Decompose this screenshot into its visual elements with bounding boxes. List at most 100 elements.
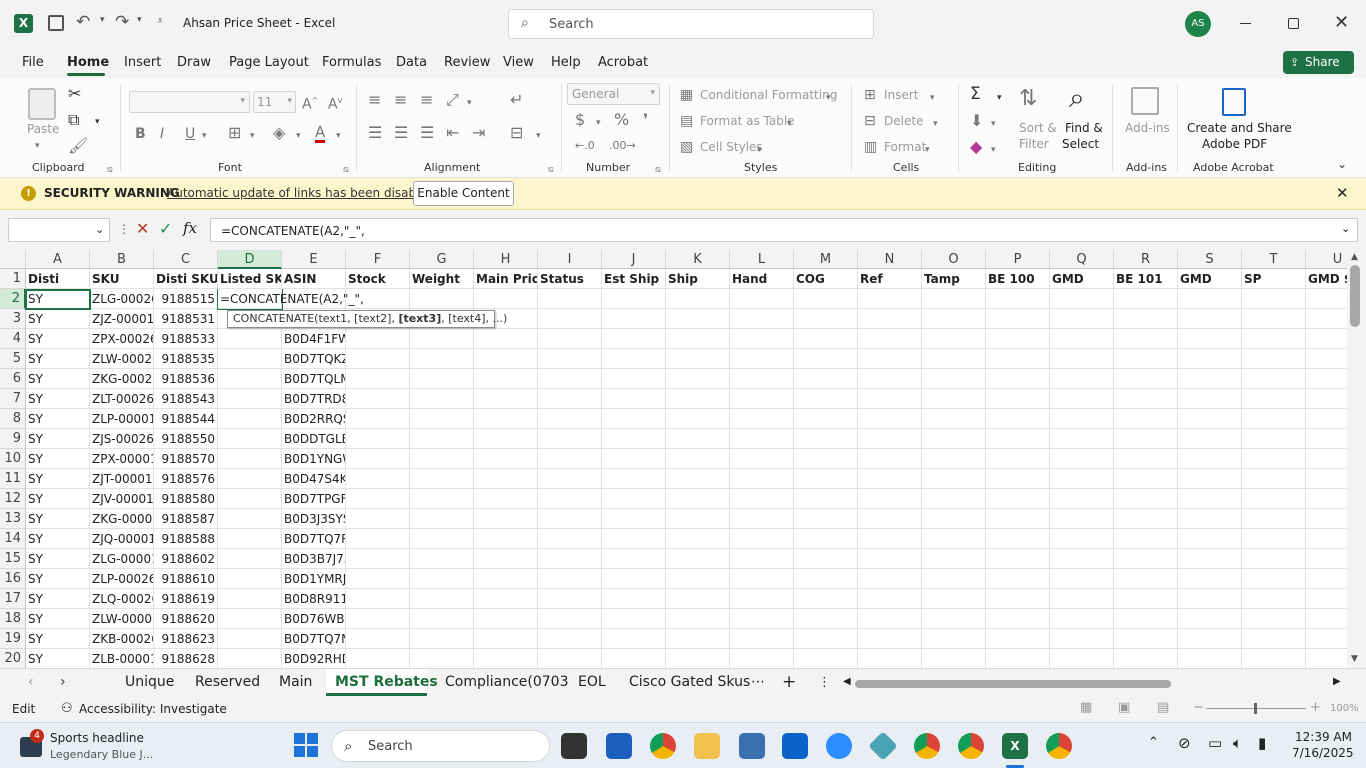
- expand-formula-icon[interactable]: ⌄: [1341, 222, 1350, 235]
- sort-filter-label-1[interactable]: Sort &: [1019, 121, 1057, 135]
- sort-filter-label-2[interactable]: Filter: [1019, 137, 1049, 151]
- cell-k[interactable]: [666, 589, 730, 609]
- cell-k[interactable]: [666, 409, 730, 429]
- cell-a[interactable]: SY: [26, 589, 90, 609]
- wrap-text-icon[interactable]: ↵: [510, 92, 523, 108]
- cell-r[interactable]: [1114, 369, 1178, 389]
- cell-f[interactable]: [346, 589, 410, 609]
- cut-icon[interactable]: ✂: [68, 86, 81, 102]
- cell-s[interactable]: [1178, 589, 1242, 609]
- cell-m[interactable]: [794, 629, 858, 649]
- cell-f[interactable]: [346, 429, 410, 449]
- cell-k[interactable]: [666, 289, 730, 309]
- cell-e[interactable]: B0D7TPGFDD: [282, 489, 346, 509]
- cell-t[interactable]: [1242, 309, 1306, 329]
- clock-date[interactable]: 7/16/2025: [1292, 746, 1354, 760]
- cell-m[interactable]: [794, 329, 858, 349]
- cell-c[interactable]: 9188535: [154, 349, 218, 369]
- accessibility-status[interactable]: Accessibility: Investigate: [79, 702, 227, 716]
- cell-m[interactable]: [794, 429, 858, 449]
- cell-q[interactable]: [1050, 409, 1114, 429]
- menu-home[interactable]: Home: [67, 55, 109, 70]
- cell-a[interactable]: SY: [26, 549, 90, 569]
- cell-c[interactable]: 9188570: [154, 449, 218, 469]
- chevron-down-icon[interactable]: ▾: [925, 142, 930, 158]
- paste-dropdown-icon[interactable]: ▾: [35, 138, 40, 154]
- cell-f[interactable]: [346, 349, 410, 369]
- cell-e[interactable]: B0D7TQKZ34: [282, 349, 346, 369]
- row-header[interactable]: 1: [0, 269, 26, 289]
- cell-b[interactable]: ZLG-00026: [90, 289, 154, 309]
- tab-cisco-gated-skus[interactable]: Cisco Gated Skus: [629, 674, 750, 690]
- cell-e[interactable]: B0D7TQ7R3S: [282, 529, 346, 549]
- cell-e[interactable]: B0D8R9115Q: [282, 589, 346, 609]
- menu-view[interactable]: View: [503, 55, 534, 70]
- cell-p[interactable]: [986, 289, 1050, 309]
- cell-h[interactable]: [474, 529, 538, 549]
- cell-f[interactable]: [346, 449, 410, 469]
- cell-l[interactable]: [730, 289, 794, 309]
- cell-i[interactable]: [538, 589, 602, 609]
- cell-r[interactable]: [1114, 409, 1178, 429]
- menu-acrobat[interactable]: Acrobat: [598, 55, 648, 70]
- cell-d[interactable]: [218, 369, 282, 389]
- cell-j[interactable]: [602, 369, 666, 389]
- cell-a[interactable]: Disti: [26, 269, 90, 289]
- cell-m[interactable]: [794, 649, 858, 668]
- currency-icon[interactable]: $: [575, 112, 585, 128]
- worksheet-grid[interactable]: ABCDEFGHIJKLMNOPQRSTU 1 Disti SKU Disti SKU…: [0, 250, 1366, 668]
- cell-p[interactable]: [986, 349, 1050, 369]
- cell-a[interactable]: SY: [26, 389, 90, 409]
- cell-k[interactable]: [666, 569, 730, 589]
- cell-r[interactable]: [1114, 509, 1178, 529]
- cell-c[interactable]: 9188531: [154, 309, 218, 329]
- cell-g[interactable]: [410, 389, 474, 409]
- cell-p[interactable]: [986, 569, 1050, 589]
- cell-d[interactable]: [218, 429, 282, 449]
- customize-toolbar-icon[interactable]: ⩡: [157, 14, 163, 28]
- cell-h[interactable]: Main Price: [474, 269, 538, 289]
- row-header[interactable]: 8: [0, 409, 26, 429]
- cell-d[interactable]: [218, 509, 282, 529]
- column-header-l[interactable]: L: [730, 250, 794, 269]
- cell-e[interactable]: B0D1YMRJTZ: [282, 569, 346, 589]
- cell-e[interactable]: B0D3J3SYSP: [282, 509, 346, 529]
- cell-p[interactable]: [986, 389, 1050, 409]
- merge-center-icon[interactable]: ⊟: [510, 125, 523, 141]
- font-size-combo[interactable]: 11 ▾: [253, 91, 296, 113]
- borders-icon[interactable]: ⊞: [228, 125, 241, 141]
- chevron-down-icon[interactable]: ▾: [787, 116, 792, 132]
- cell-s[interactable]: [1178, 329, 1242, 349]
- cell-h[interactable]: [474, 349, 538, 369]
- zoom-app-icon[interactable]: [826, 733, 852, 759]
- format-cells-button[interactable]: Format: [884, 140, 926, 154]
- cell-o[interactable]: [922, 469, 986, 489]
- cell-o[interactable]: [922, 649, 986, 668]
- cell-h[interactable]: [474, 429, 538, 449]
- cell-t[interactable]: [1242, 609, 1306, 629]
- cell-t[interactable]: [1242, 509, 1306, 529]
- underline-icon[interactable]: U: [185, 126, 195, 142]
- cell-r[interactable]: [1114, 309, 1178, 329]
- cell-k[interactable]: [666, 449, 730, 469]
- increase-decimal-icon[interactable]: ←.0: [575, 138, 595, 154]
- collapse-ribbon-icon[interactable]: ⌄: [1337, 156, 1347, 172]
- cell-c[interactable]: 9188576: [154, 469, 218, 489]
- menu-help[interactable]: Help: [551, 55, 581, 70]
- function-tooltip[interactable]: CONCATENATE(text1, [text2], [text3], [te…: [227, 310, 507, 328]
- create-pdf-icon[interactable]: [1222, 88, 1246, 116]
- cell-o[interactable]: [922, 389, 986, 409]
- cell-b[interactable]: ZLG-00001: [90, 549, 154, 569]
- currency-dropdown-icon[interactable]: ▾: [596, 115, 601, 131]
- align-middle-icon[interactable]: ≡: [394, 92, 407, 108]
- row-header[interactable]: 2: [0, 289, 26, 309]
- cell-i[interactable]: [538, 489, 602, 509]
- cell-q[interactable]: GMD: [1050, 269, 1114, 289]
- cell-d[interactable]: =CONCATENATE(A2,"_",: [218, 289, 364, 309]
- insert-cells-icon[interactable]: ⊞: [864, 87, 876, 103]
- security-warning-message[interactable]: Automatic update of links has been disab…: [167, 186, 434, 200]
- cell-n[interactable]: [858, 329, 922, 349]
- page-layout-view-icon[interactable]: ▣: [1118, 700, 1130, 715]
- cell-r[interactable]: [1114, 429, 1178, 449]
- font-launcher-icon[interactable]: ⧅: [343, 162, 349, 178]
